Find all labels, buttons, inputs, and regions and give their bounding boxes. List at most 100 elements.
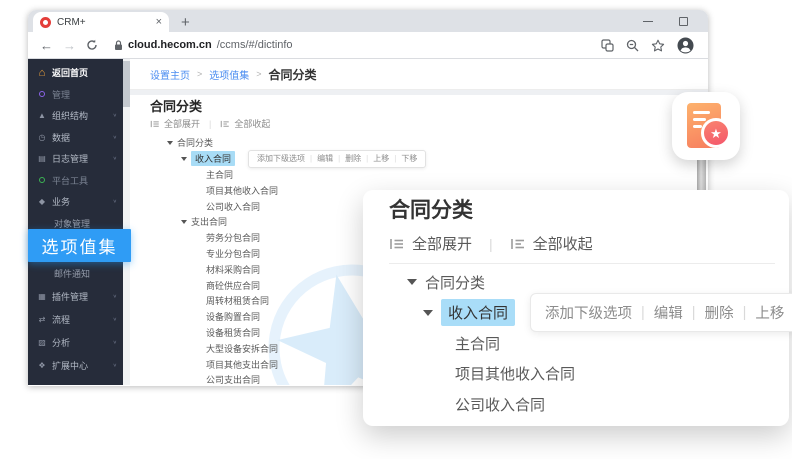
- minimize-button[interactable]: [643, 21, 653, 22]
- zoom-icon[interactable]: [626, 39, 639, 52]
- move-up-button[interactable]: 上移: [755, 302, 784, 323]
- expand-all-icon: [150, 119, 160, 129]
- star-badge-icon: ★: [701, 118, 731, 148]
- chevron-down-icon: ∨: [113, 134, 117, 140]
- maximize-button[interactable]: [679, 17, 688, 26]
- tree-node-root[interactable]: 合同分类: [150, 135, 708, 151]
- delete-button[interactable]: 删除: [705, 302, 734, 323]
- expand-arrow-icon[interactable]: [181, 220, 187, 224]
- feature-icon-card: ★: [672, 92, 740, 160]
- delete-button[interactable]: 删除: [345, 153, 361, 164]
- selected-tree-node[interactable]: 收入合同: [191, 151, 235, 166]
- business-icon: ◆: [37, 197, 47, 206]
- overlay-category-tree: 合同分类 收入合同 添加下级选项 | 编辑 | 删除 | 上移 | 下移 主合同…: [389, 267, 789, 420]
- edit-button[interactable]: 编辑: [654, 302, 683, 323]
- tree-node-income[interactable]: 收入合同 添加下级选项 | 编辑 | 删除 | 上移 | 下移: [150, 151, 708, 167]
- breadcrumb-home[interactable]: 设置主页: [150, 67, 190, 82]
- browser-toolbar: ← → cloud.hecom.cn/ccms/#/dictinfo: [28, 32, 708, 59]
- app-sidebar: ⌂ 返回首页 管理 ▲ 组织结构 ∨ ◷ 数据 ∨ ▤ 日志管理 ∨: [28, 59, 123, 385]
- collapse-all-icon: [220, 119, 230, 129]
- bookmark-star-icon[interactable]: [651, 39, 665, 52]
- tools-separator: |: [209, 119, 211, 129]
- home-icon: ⌂: [37, 67, 47, 79]
- breadcrumb-dict[interactable]: 选项值集: [209, 67, 249, 82]
- sidebar-scrollbar[interactable]: [123, 59, 130, 385]
- tree-node[interactable]: 主合同: [389, 328, 789, 359]
- sidebar-item-extensions[interactable]: ❖ 扩展中心 ∨: [28, 354, 123, 377]
- breadcrumb-separator: >: [256, 69, 261, 79]
- tools-separator: |: [489, 236, 493, 252]
- tree-node[interactable]: 项目其他收入合同: [389, 359, 789, 390]
- scrollbar-thumb[interactable]: [123, 61, 130, 107]
- plugin-icon: ▦: [37, 292, 47, 301]
- overlay-title: 合同分类: [389, 198, 789, 224]
- add-child-option-button[interactable]: 添加下级选项: [257, 153, 305, 164]
- url-domain: cloud.hecom.cn: [128, 39, 212, 51]
- address-bar[interactable]: cloud.hecom.cn/ccms/#/dictinfo: [114, 39, 293, 51]
- window-controls: [623, 10, 708, 32]
- sidebar-item-logs[interactable]: ▤ 日志管理 ∨: [28, 148, 123, 170]
- collapse-all-icon: [510, 236, 526, 252]
- expand-arrow-icon[interactable]: [167, 141, 173, 145]
- chevron-down-icon: ∨: [113, 363, 117, 369]
- chevron-down-icon: ∨: [113, 199, 117, 205]
- tab-title: CRM+: [57, 17, 150, 28]
- new-tab-button[interactable]: +: [181, 15, 190, 30]
- tree-tools: 全部展开 | 全部收起: [150, 118, 708, 129]
- chevron-down-icon: ∨: [113, 113, 117, 119]
- green-dot-icon: [39, 177, 45, 183]
- expand-arrow-icon[interactable]: [423, 310, 433, 316]
- divider: [389, 263, 775, 264]
- expand-arrow-icon[interactable]: [407, 279, 417, 285]
- sidebar-item-data[interactable]: ◷ 数据 ∨: [28, 127, 123, 149]
- tab-close-icon[interactable]: ×: [156, 17, 162, 28]
- browser-tab[interactable]: CRM+ ×: [33, 12, 169, 32]
- overlay-tree-tools: 全部展开 | 全部收起: [389, 233, 789, 254]
- magnified-panel: 合同分类 全部展开 | 全部收起 合同分类 收入合同 添加下级选项: [363, 190, 789, 426]
- chevron-down-icon: ∨: [113, 294, 117, 300]
- extension-icon: ❖: [37, 361, 47, 370]
- org-structure-icon: ▲: [37, 111, 47, 120]
- tree-node[interactable]: 公司收入合同: [389, 389, 789, 420]
- analysis-icon: ▨: [37, 338, 47, 347]
- avatar-icon[interactable]: [677, 37, 694, 54]
- flow-icon: ⇄: [37, 315, 47, 324]
- breadcrumb: 设置主页 > 选项值集 > 合同分类: [130, 59, 708, 90]
- dict-value-set-callout: 选项值集: [28, 229, 131, 262]
- tree-node-income[interactable]: 收入合同 添加下级选项 | 编辑 | 删除 | 上移 | 下移: [389, 298, 789, 329]
- sidebar-item-home[interactable]: ⌂ 返回首页: [28, 62, 123, 84]
- collapse-all-button[interactable]: 全部收起: [533, 233, 593, 254]
- translate-icon[interactable]: [601, 39, 614, 52]
- tab-bar: CRM+ × +: [28, 10, 708, 32]
- back-button[interactable]: ←: [40, 39, 53, 52]
- move-down-button[interactable]: 下移: [401, 153, 417, 164]
- expand-arrow-icon[interactable]: [181, 157, 187, 161]
- tree-node[interactable]: 主合同: [150, 167, 708, 183]
- sidebar-item-analysis[interactable]: ▨ 分析 ∨: [28, 331, 123, 354]
- add-child-option-button[interactable]: 添加下级选项: [545, 302, 632, 323]
- expand-all-button[interactable]: 全部展开: [164, 117, 200, 130]
- log-icon: ▤: [37, 154, 47, 163]
- chevron-down-icon: ∨: [113, 156, 117, 162]
- sidebar-item-org[interactable]: ▲ 组织结构 ∨: [28, 105, 123, 127]
- page-title: 合同分类: [150, 99, 708, 114]
- crm-favicon-icon: [40, 17, 51, 28]
- selected-tree-node[interactable]: 收入合同: [441, 299, 515, 326]
- expand-all-button[interactable]: 全部展开: [412, 233, 472, 254]
- purple-dot-icon: [39, 91, 45, 97]
- sidebar-item-admin[interactable]: 管理: [28, 84, 123, 106]
- node-action-bar: 添加下级选项 | 编辑 | 删除 | 上移 | 下移: [248, 150, 426, 168]
- edit-button[interactable]: 编辑: [317, 153, 333, 164]
- sidebar-item-flow[interactable]: ⇄ 流程 ∨: [28, 308, 123, 331]
- clock-icon: ◷: [37, 133, 47, 142]
- lock-icon: [114, 40, 123, 51]
- chevron-down-icon: ∨: [113, 317, 117, 323]
- sidebar-item-plugins[interactable]: ▦ 插件管理 ∨: [28, 285, 123, 308]
- sidebar-item-business[interactable]: ◆ 业务 ∨: [28, 191, 123, 213]
- forward-button[interactable]: →: [63, 39, 76, 52]
- move-up-button[interactable]: 上移: [373, 153, 389, 164]
- reload-icon[interactable]: [86, 39, 98, 51]
- sidebar-item-mail[interactable]: 邮件通知: [28, 261, 123, 285]
- sidebar-item-platform-tools[interactable]: 平台工具: [28, 170, 123, 192]
- collapse-all-button[interactable]: 全部收起: [234, 117, 270, 130]
